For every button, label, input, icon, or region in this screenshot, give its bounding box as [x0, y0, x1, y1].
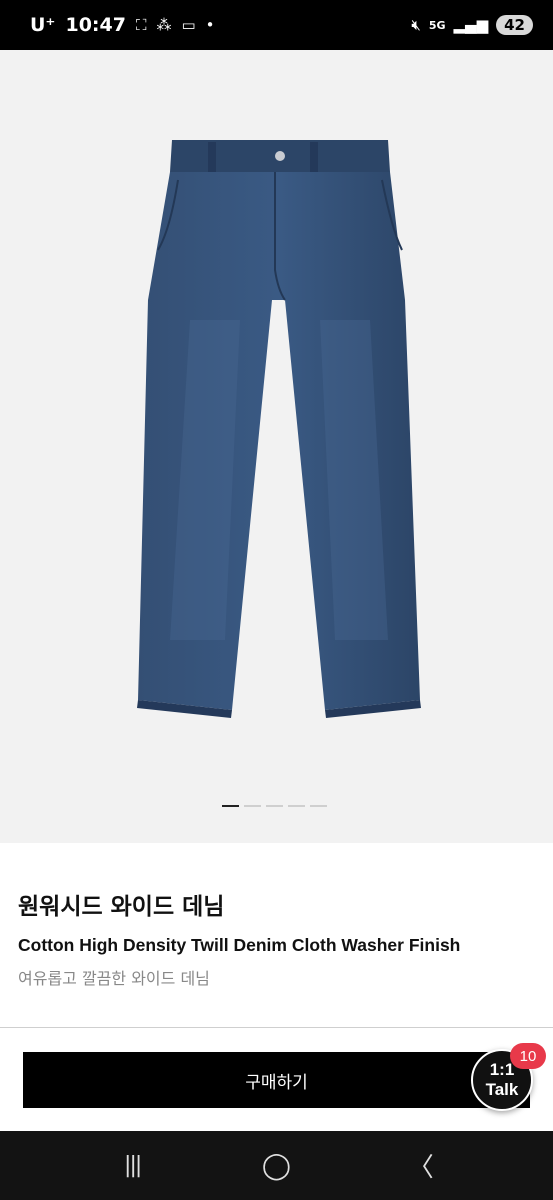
- pagination-dot-2[interactable]: [244, 805, 261, 807]
- app-icon: ⁂: [156, 16, 172, 34]
- dot-icon: •: [205, 16, 215, 34]
- gallery-pagination: [222, 805, 327, 807]
- pagination-dot-5[interactable]: [310, 805, 327, 807]
- recents-icon[interactable]: |||: [102, 1153, 162, 1178]
- carrier-label: U⁺: [30, 14, 56, 36]
- screenshot-icon: ⛶: [135, 16, 147, 34]
- status-bar: U⁺ 10:47 ⛶ ⁂ ▭ • 🔇︎ 5G ▂▄▆ 42: [0, 0, 553, 50]
- product-title: 원워시드 와이드 데님: [18, 894, 225, 920]
- product-subtitle: Cotton High Density Twill Denim Cloth Wa…: [18, 935, 461, 955]
- pagination-dot-4[interactable]: [288, 805, 305, 807]
- jeans-image: [137, 140, 421, 718]
- pagination-dot-1[interactable]: [222, 805, 239, 807]
- clock: 10:47: [65, 14, 126, 36]
- signal-icon: ▂▄▆: [453, 16, 489, 34]
- talk-badge: 10: [510, 1043, 546, 1069]
- product-description: 여유롭고 깔끔한 와이드 데님: [18, 969, 210, 988]
- system-nav-bar: ||| ◯ 〈: [0, 1131, 553, 1200]
- battery-indicator: 42: [496, 15, 533, 35]
- buy-button[interactable]: 구매하기: [23, 1052, 530, 1108]
- voicemail-icon: ▭: [181, 16, 196, 34]
- mute-icon: 🔇︎: [411, 16, 421, 34]
- back-icon[interactable]: 〈: [391, 1147, 451, 1184]
- divider: [0, 1027, 553, 1028]
- home-icon[interactable]: ◯: [246, 1151, 306, 1181]
- product-image-gallery[interactable]: [0, 50, 553, 843]
- talk-line2: Talk: [485, 1080, 519, 1099]
- pagination-dot-3[interactable]: [266, 805, 283, 807]
- network-label: 5G: [428, 18, 446, 32]
- product-info: 원워시드 와이드 데님 Cotton High Density Twill De…: [18, 890, 538, 992]
- talk-line1: 1:1: [489, 1060, 515, 1079]
